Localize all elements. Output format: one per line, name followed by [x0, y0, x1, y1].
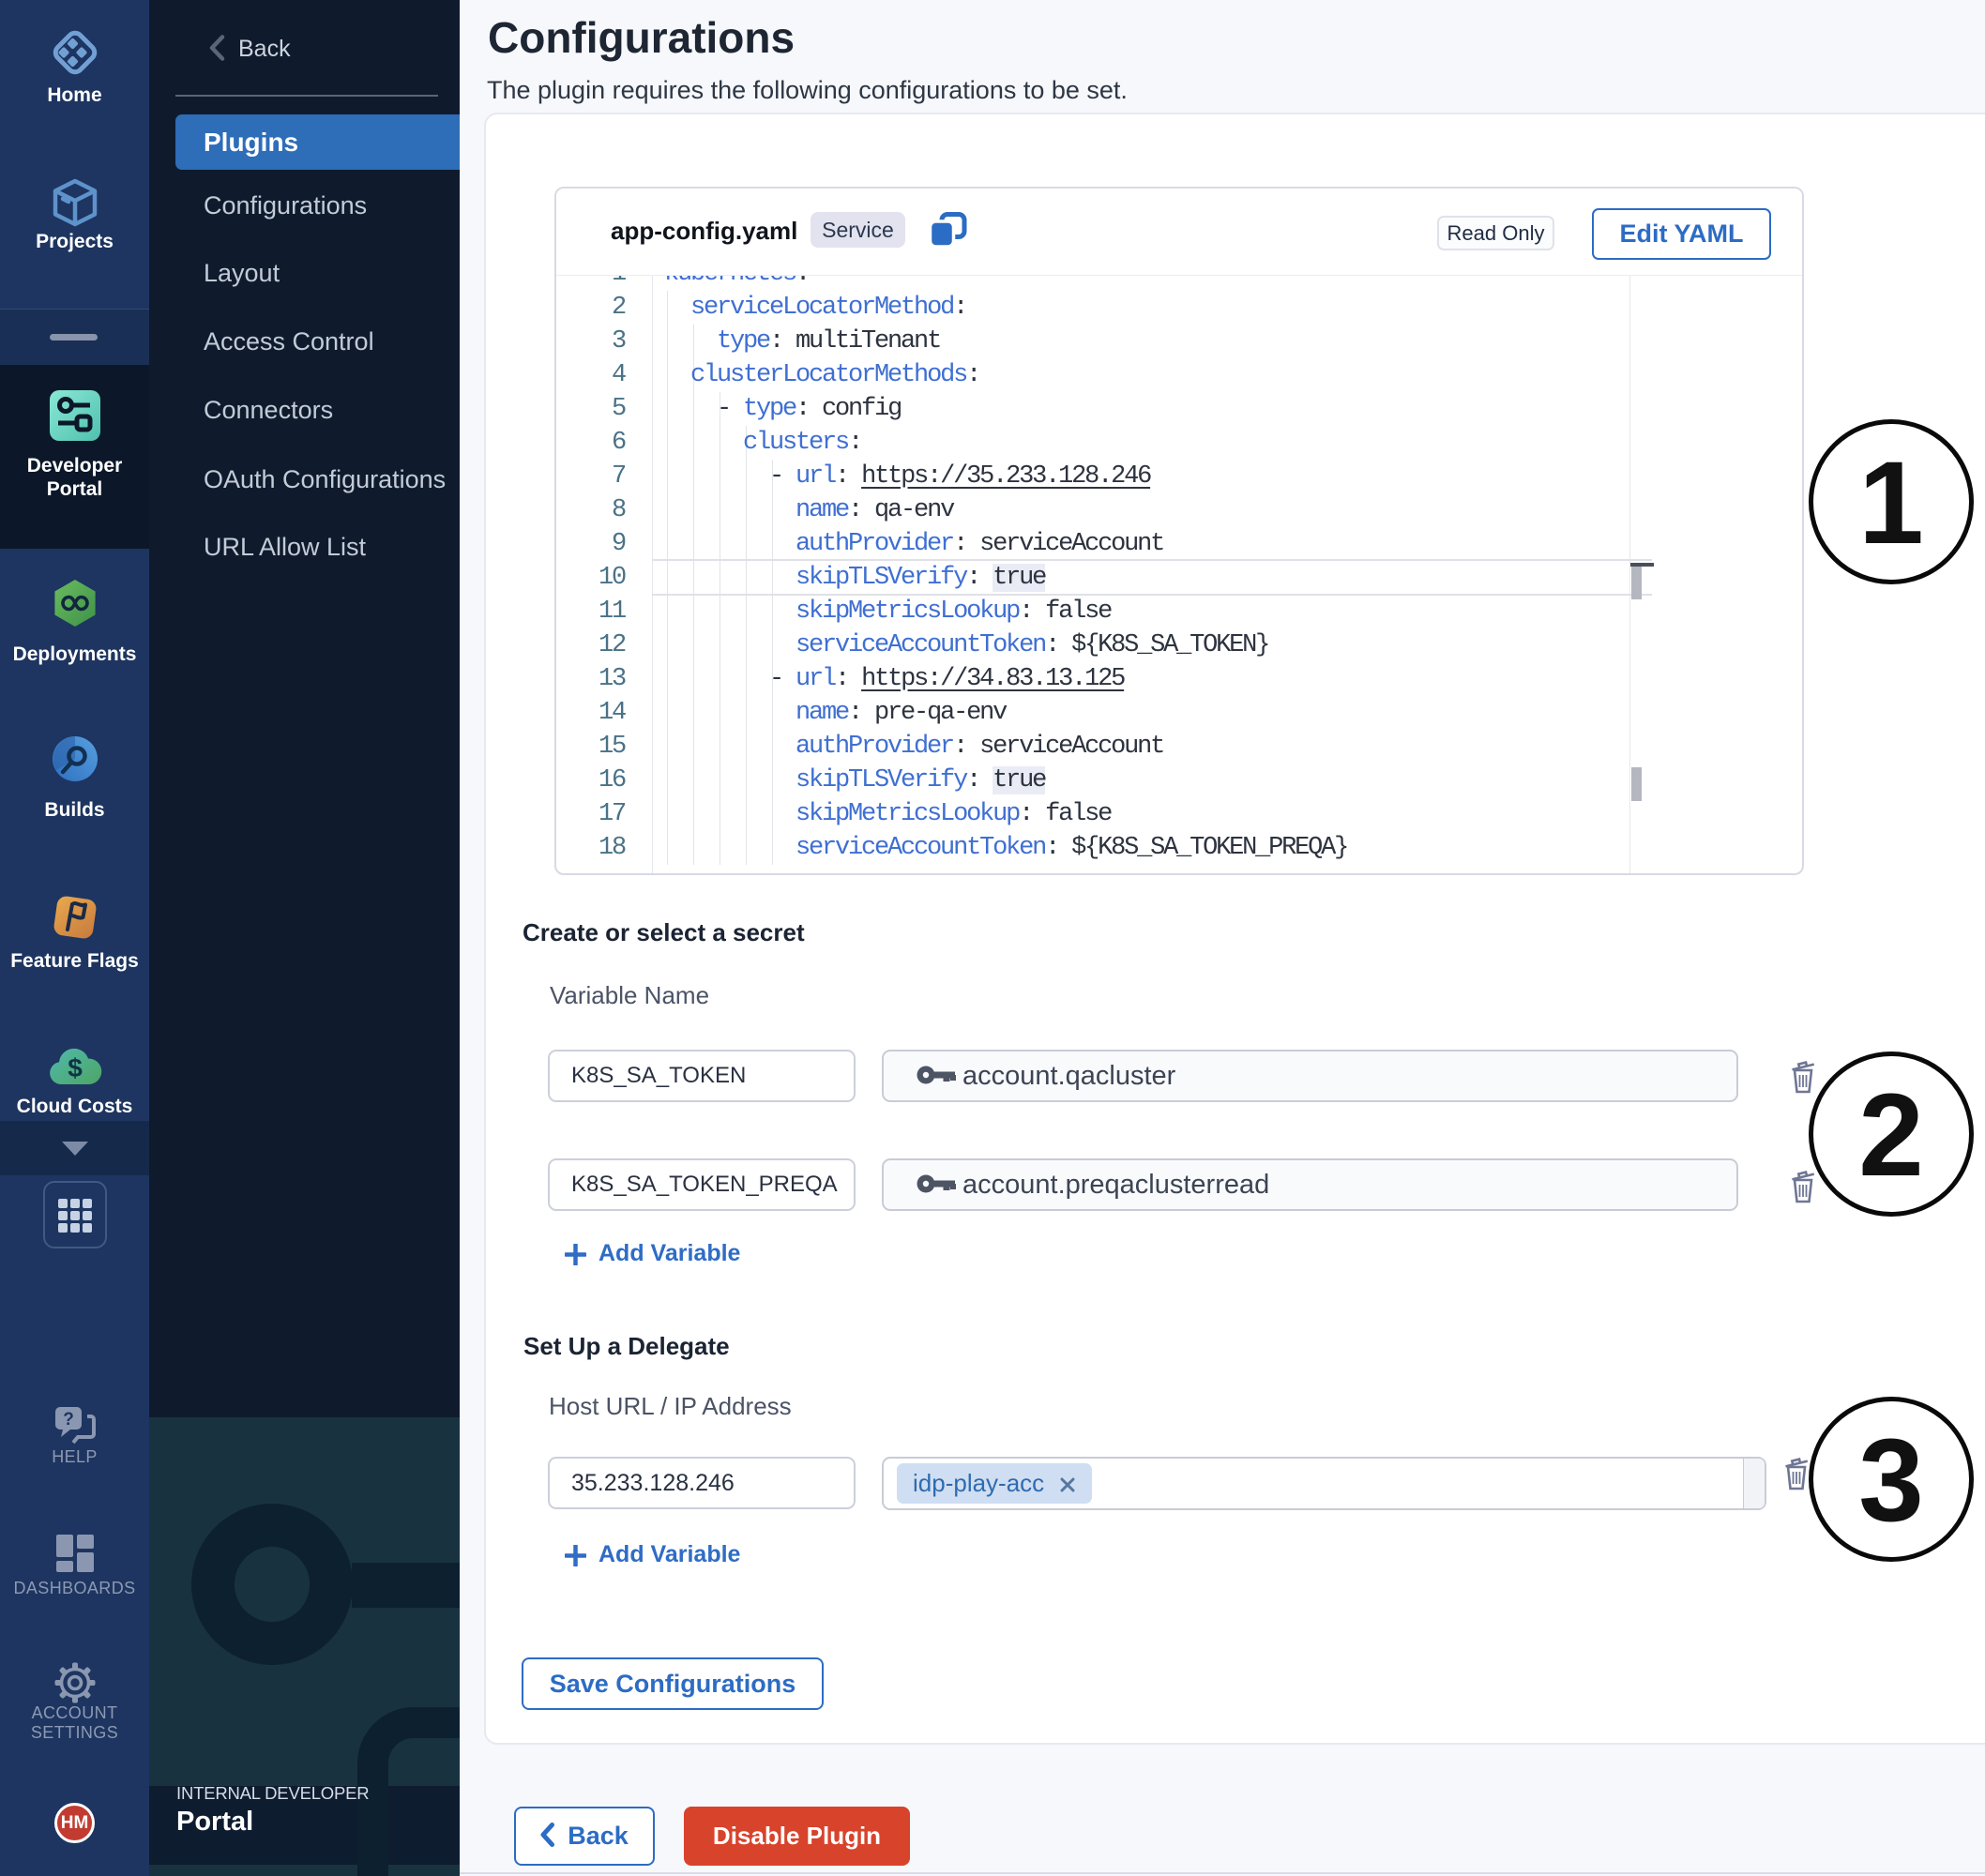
svg-text:?: ? — [63, 1410, 74, 1430]
svg-text:$: $ — [68, 1053, 83, 1082]
